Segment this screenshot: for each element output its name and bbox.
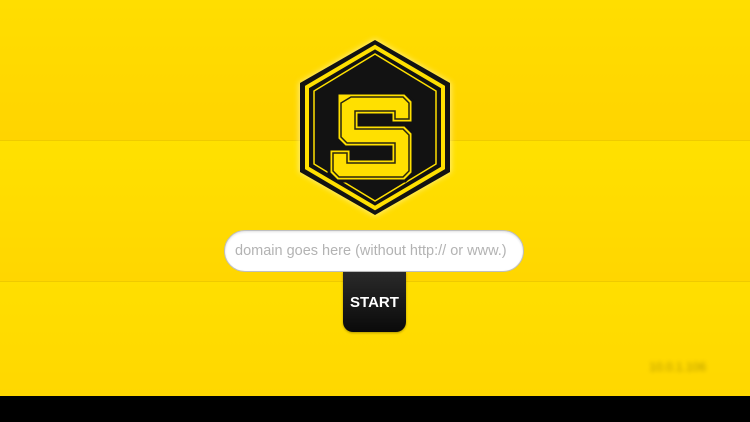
start-button[interactable]: START	[343, 272, 406, 332]
domain-input[interactable]	[224, 230, 524, 272]
bottom-letterbox-bar	[0, 396, 750, 422]
ip-address-label: 10.0.1.106	[649, 360, 706, 374]
hexagon-s-logo	[299, 39, 451, 216]
app-screen: START 10.0.1.106	[0, 0, 750, 396]
